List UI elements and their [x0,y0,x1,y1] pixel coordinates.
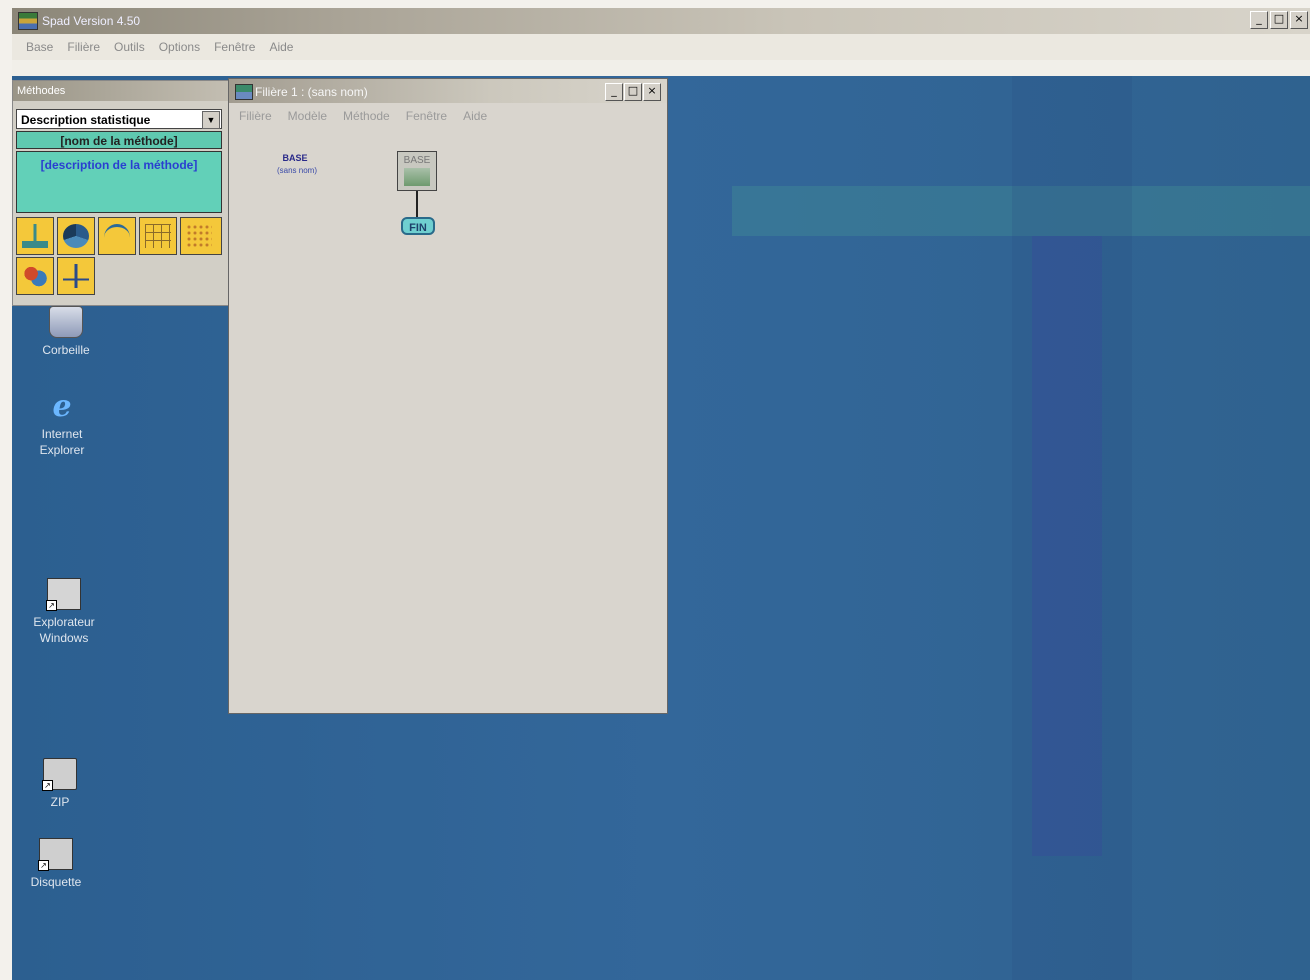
tree-icon [63,264,89,288]
tool-histogram-button[interactable] [16,217,54,255]
wallpaper-streak [1032,236,1102,856]
desktop-icon-explorateur[interactable]: ↗ Explorateur Windows [24,570,104,646]
filiere-window-controls: _ □ × [605,83,661,101]
filiere-close-button[interactable]: × [643,83,661,101]
fin-node[interactable]: FIN [401,217,435,235]
close-button[interactable]: × [1290,11,1308,29]
filiere-menu-fenetre[interactable]: Fenêtre [406,109,447,123]
curve-icon [104,224,130,251]
zip-drive-icon: ↗ [42,758,77,791]
shortcut-arrow-icon: ↗ [42,780,53,791]
filiere-menu-aide[interactable]: Aide [463,109,487,123]
minimize-button[interactable]: _ [1250,11,1268,29]
recycle-bin-icon [49,306,83,338]
base-node-label: BASE [403,155,431,166]
shortcut-arrow-icon: ↗ [46,600,57,611]
node-connector [416,191,418,217]
tool-tree-button[interactable] [57,257,95,295]
app-icon[interactable] [18,12,38,30]
tool-grid-button[interactable] [139,217,177,255]
method-description: [description de la méthode] [16,151,222,213]
menu-filiere[interactable]: Filière [67,40,100,54]
app-menu-bar: Base Filière Outils Options Fenêtre Aide [12,34,1310,60]
grid-icon [145,224,171,248]
explorer-icon: ↗ [46,578,81,611]
app-title-bar: Spad Version 4.50 _ □ × [12,8,1310,34]
filiere-window: Filière 1 : (sans nom) _ □ × Filière Mod… [228,78,668,714]
database-icon [404,168,430,186]
tool-scatter-button[interactable] [180,217,222,255]
methods-palette-title[interactable]: Méthodes [13,81,229,101]
desktop-icon-label: Internet Explorer [39,427,85,457]
desktop-icon-zip[interactable]: ↗ ZIP [20,748,100,810]
filiere-title: Filière 1 : (sans nom) [255,85,368,99]
menu-aide[interactable]: Aide [269,40,293,54]
pie-icon [63,224,89,248]
methods-palette: Méthodes Description statistique ▼ [nom … [12,80,230,306]
internet-explorer-icon: e [52,389,72,424]
desktop-icon-corbeille[interactable]: Corbeille [26,306,106,358]
menu-base[interactable]: Base [26,40,53,54]
maximize-button[interactable]: □ [1270,11,1288,29]
method-name: [nom de la méthode] [16,131,222,149]
menu-options[interactable]: Options [159,40,200,54]
tool-cluster-button[interactable] [16,257,54,295]
app-window-controls: _ □ × [1250,11,1308,29]
cluster-icon [22,264,48,288]
shortcut-arrow-icon: ↗ [38,860,49,871]
filiere-minimize-button[interactable]: _ [605,83,623,101]
filiere-menu-modele[interactable]: Modèle [288,109,327,123]
filiere-title-bar[interactable]: Filière 1 : (sans nom) _ □ × [229,79,667,103]
desktop-icon-label: Disquette [30,875,82,889]
menu-fenetre[interactable]: Fenêtre [214,40,255,54]
filiere-maximize-button[interactable]: □ [624,83,642,101]
desktop-icon-label: ZIP [50,795,70,809]
floppy-icon: ↗ [38,838,73,871]
tool-pie-button[interactable] [57,217,95,255]
base-node[interactable]: BASE [397,151,437,191]
scatter-icon [186,224,212,248]
filiere-menu-filiere[interactable]: Filière [239,109,272,123]
desktop-icon-label: Explorateur Windows [33,615,95,645]
chevron-down-icon[interactable]: ▼ [202,111,220,129]
toolbar-area [12,60,1310,76]
method-category-select[interactable]: Description statistique ▼ [16,109,222,129]
base-label[interactable]: BASE [273,153,317,163]
base-sublabel: (sans nom) [276,166,317,175]
app-title: Spad Version 4.50 [42,14,141,28]
menu-outils[interactable]: Outils [114,40,145,54]
filiere-window-icon[interactable] [235,84,253,100]
histogram-icon [22,224,48,248]
desktop-icon-disquette[interactable]: ↗ Disquette [16,832,96,890]
desktop-icon-internet-explorer[interactable]: e Internet Explorer [22,392,102,458]
method-category-value: Description statistique [21,113,151,127]
filiere-menu-bar: Filière Modèle Méthode Fenêtre Aide [239,109,487,123]
tool-curve-button[interactable] [98,217,136,255]
desktop-icon-label: Corbeille [42,343,90,357]
filiere-menu-methode[interactable]: Méthode [343,109,390,123]
